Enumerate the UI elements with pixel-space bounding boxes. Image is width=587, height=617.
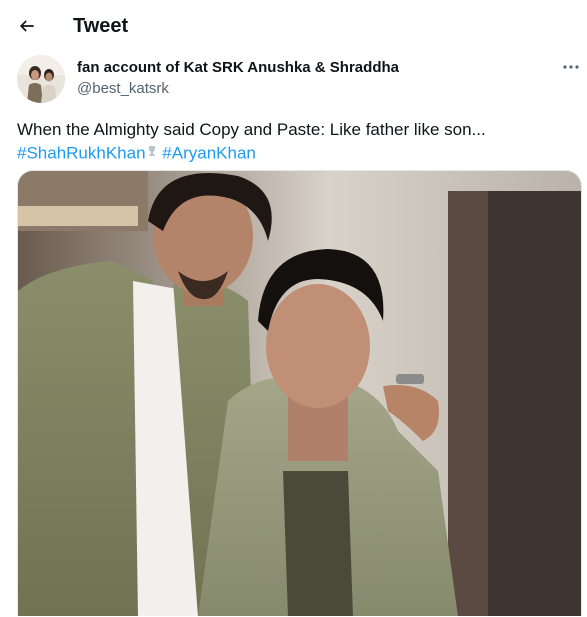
arrow-left-icon [19,20,34,32]
tweet-text-line: When the Almighty said Copy and Paste: L… [17,120,486,139]
trophy-emoji-icon [147,141,157,163]
more-horizontal-icon [563,65,579,69]
more-options-button[interactable] [556,56,586,78]
hashtag-aryankhan[interactable]: #AryanKhan [162,143,256,162]
tweet-header: Tweet [0,0,587,52]
back-button[interactable] [10,9,44,43]
author-handle[interactable]: @best_katsrk [77,79,169,99]
page-title: Tweet [73,15,129,37]
tweet-text: When the Almighty said Copy and Paste: L… [17,119,577,167]
avatar[interactable] [17,55,65,103]
tweet-media-photo[interactable] [17,170,582,616]
author-display-name[interactable]: fan account of Kat SRK Anushka & Shraddh… [77,58,399,78]
hashtag-shahrukhkhan[interactable]: #ShahRukhKhan [17,143,146,162]
